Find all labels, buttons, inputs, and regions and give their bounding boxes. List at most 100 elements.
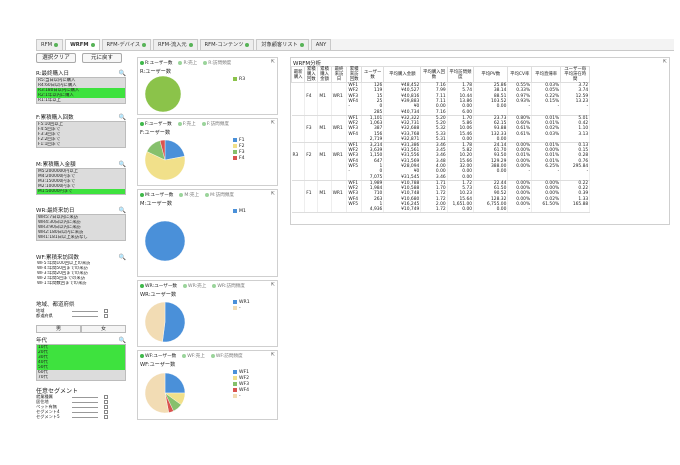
filter-dropdown[interactable]	[72, 415, 98, 418]
chart-tab[interactable]: F:売上	[177, 121, 196, 127]
sheet-tab[interactable]: 対象顧客リスト	[256, 39, 309, 50]
listbox-item[interactable]: M1:50000円まで	[37, 189, 125, 194]
listbox-item[interactable]: WR1:181日以上来訪なし	[37, 235, 125, 240]
chart-tabs: M:ユーザー数 M:売上 M:訪問頻度	[138, 190, 277, 199]
chart-tab[interactable]: WR:ユーザー数	[140, 283, 177, 289]
filter-checkbox[interactable]	[104, 399, 108, 404]
chart-tab[interactable]: M:ユーザー数	[140, 192, 173, 198]
table-cell	[304, 207, 319, 214]
chart-tab[interactable]: WF:ユーザー数	[140, 353, 176, 359]
radio-dot-icon	[212, 283, 217, 288]
filter-checkbox[interactable]	[104, 313, 108, 318]
search-icon[interactable]: 🔍	[119, 207, 126, 214]
table-cell	[531, 207, 562, 214]
pivot-column-header[interactable]: 平均CV率	[507, 66, 533, 83]
listbox-item[interactable]: 70代	[37, 375, 125, 380]
pivot-column-header[interactable]: ユーザー毎平均滞在時間	[560, 66, 591, 83]
pie-slice[interactable]	[144, 372, 169, 414]
search-icon[interactable]: 🔍	[119, 254, 126, 261]
export-icon[interactable]: ⇱	[271, 120, 275, 126]
chart-tab[interactable]: M:売上	[179, 192, 199, 198]
chart-legend: WF1 WF2 WF3 WF4-	[233, 369, 249, 399]
chart-tab[interactable]: R:訪問頻度	[203, 60, 231, 66]
filter-checkbox[interactable]	[104, 394, 108, 399]
pivot-column-header[interactable]: 累積購入回数	[304, 66, 319, 83]
filter-dropdown[interactable]	[72, 314, 98, 317]
sheet-tab[interactable]: WRFM	[65, 39, 100, 50]
search-icon[interactable]: 🔍	[119, 337, 126, 344]
chart-tab[interactable]: F:訪問頻度	[201, 121, 229, 127]
sheet-tab[interactable]: RFM-コンテンツ	[199, 39, 255, 50]
export-icon[interactable]: ⇱	[271, 59, 275, 65]
listbox-item[interactable]: F1:1回まで	[37, 142, 125, 147]
chart-tab[interactable]: R:売上	[178, 60, 197, 66]
gender-female-option[interactable]: 女	[81, 325, 126, 333]
filter-checkbox[interactable]	[104, 409, 108, 414]
pivot-column-header[interactable]: 最終来訪日	[330, 66, 348, 83]
sheet-tab-label: WRFM	[70, 41, 89, 48]
chart-tab[interactable]: R:ユーザー数	[140, 60, 172, 66]
filter-checkbox[interactable]	[104, 404, 108, 409]
search-icon[interactable]: 🔍	[119, 161, 126, 168]
pivot-column-header[interactable]: 平均PV数	[473, 66, 509, 83]
chart-tab[interactable]: M:訪問頻度	[205, 192, 234, 198]
filter-row-label: セグメント5	[36, 413, 60, 419]
pie-slice[interactable]	[144, 301, 166, 342]
pivot-column-header[interactable]: 累積購入金額	[317, 66, 332, 83]
chart-tab-label: F:売上	[182, 121, 196, 127]
gender-male-option[interactable]: 男	[36, 325, 81, 333]
clear-selection-button[interactable]: 選択クリア	[36, 53, 76, 63]
filter-dropdown[interactable]	[72, 410, 98, 413]
search-icon[interactable]: 🔍	[119, 114, 126, 121]
filter-checkbox[interactable]	[104, 414, 108, 419]
pivot-column-header[interactable]: 平均直帰率	[531, 66, 562, 83]
chart-tab[interactable]: WF:訪問頻度	[210, 353, 243, 359]
legend-label: F4	[239, 155, 245, 161]
sheet-tab-label: RFM-コンテンツ	[204, 41, 244, 48]
chart-title: M:ユーザー数	[140, 201, 173, 207]
listbox-item[interactable]: R1:1年以上	[37, 98, 125, 103]
filter-checkbox[interactable]	[104, 308, 108, 313]
legend-swatch	[233, 156, 237, 160]
filter-dropdown[interactable]	[72, 400, 98, 403]
export-icon[interactable]: ⇱	[271, 282, 275, 288]
legend-label: R3	[239, 76, 246, 82]
table-cell: -	[507, 207, 533, 214]
legend-label: WF4	[239, 387, 250, 393]
export-icon[interactable]: ⇱	[271, 191, 275, 197]
pie-slice[interactable]	[164, 372, 186, 394]
search-icon[interactable]: 🔍	[119, 70, 126, 77]
chart-tab[interactable]: WF:売上	[182, 353, 205, 359]
table-row: F3 M1 WR1 WF3 387 ¥32,688 5.32 10.06 93.88 0.61% 0…	[291, 125, 591, 132]
sheet-tab[interactable]: ANY	[310, 39, 332, 50]
pie-slice[interactable]	[144, 75, 182, 113]
chart-tab-label: F:ユーザー数	[145, 121, 172, 127]
filter-dropdown[interactable]	[72, 309, 98, 312]
pie-slice[interactable]	[144, 220, 186, 262]
export-icon[interactable]: ⇱	[271, 352, 275, 358]
wf-listbox-title: WF:累積来訪回数	[36, 255, 80, 261]
filter-row-label: 都道府県	[36, 312, 53, 318]
chart-tab[interactable]: WR:売上	[183, 283, 206, 289]
chart-tab[interactable]: WR:訪問頻度	[212, 283, 245, 289]
sheet-tab[interactable]: RFM	[36, 39, 64, 50]
pivot-column-header[interactable]: 平均購入回数	[420, 66, 448, 83]
pie-slice[interactable]	[162, 301, 186, 342]
pivot-column-header[interactable]: 最新購入	[290, 66, 306, 83]
filter-dropdown[interactable]	[72, 395, 98, 398]
legend-swatch	[233, 382, 237, 386]
undo-button[interactable]: 元に戻す	[82, 53, 122, 63]
filter-dropdown[interactable]	[72, 405, 98, 408]
wr-listbox: WR:最終来訪日 🔍 WR5:7日以内に来訪 WR4:30日以内に来訪 WR3:90日…	[36, 206, 126, 241]
export-icon[interactable]: ⇱	[663, 59, 667, 65]
sheet-tab[interactable]: RFM-デバイス	[101, 39, 152, 50]
pivot-column-header[interactable]: 平均訪問頻度	[446, 66, 475, 83]
pie-chart	[144, 301, 186, 342]
pivot-column-header[interactable]: ユーザー数	[360, 66, 385, 83]
listbox-item[interactable]: WF1:年間数回までの来訪	[36, 281, 126, 286]
sheet-tab[interactable]: RFM-流入元	[153, 39, 198, 50]
legend-item: -	[233, 305, 250, 311]
pivot-column-header[interactable]: 平均購入金額	[383, 66, 422, 83]
pivot-column-header[interactable]: 累積来訪回数	[346, 66, 362, 83]
chart-tab[interactable]: F:ユーザー数	[140, 121, 172, 127]
